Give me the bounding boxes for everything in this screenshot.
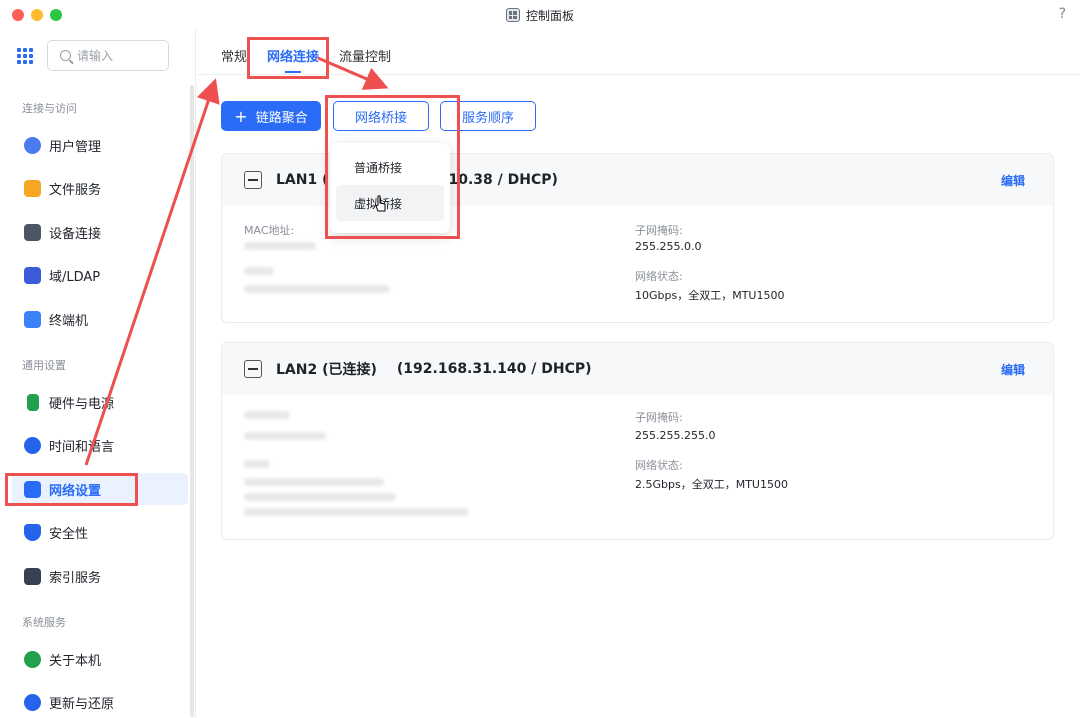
lan1-edit-link[interactable]: 编辑 [1001, 172, 1025, 189]
maximize-button[interactable] [50, 9, 62, 21]
sidebar-item-time-language[interactable]: 时间和语言 [12, 429, 188, 461]
sidebar-item-update[interactable]: 更新与还原 [12, 686, 188, 718]
control-panel-icon [505, 8, 520, 22]
info-icon [24, 650, 41, 668]
sidebar-item-files[interactable]: 文件服务 [12, 172, 188, 204]
sidebar-item-devices[interactable]: 设备连接 [12, 216, 188, 248]
lan1-name: LAN1 ( [276, 172, 329, 188]
sidebar-item-ldap[interactable]: 域/LDAP [12, 259, 188, 291]
control-panel-window: 控制面板 ? 连接与访问 用户管理 文件服务 设备连接 域/LDAP [0, 0, 1080, 717]
blurred-value [244, 478, 384, 486]
title-bar: 控制面板 ? [0, 0, 1080, 30]
blurred-label [244, 460, 270, 468]
lan2-address: (192.168.31.140 / DHCP) [396, 361, 592, 377]
collapse-icon[interactable] [244, 171, 262, 189]
tab-divider [197, 74, 1080, 75]
window-controls [12, 9, 62, 21]
sidebar-item-label: 网络设置 [49, 483, 102, 499]
sidebar-item-index[interactable]: 索引服务 [12, 560, 188, 592]
folder-icon [24, 179, 41, 197]
window-title: 控制面板 [525, 8, 574, 23]
lan2-name: LAN2 (已连接) [276, 362, 377, 378]
sidebar-item-label: 硬件与电源 [49, 396, 115, 412]
sidebar: 连接与访问 用户管理 文件服务 设备连接 域/LDAP 终端机 通用设置 硬件与… [0, 30, 196, 717]
network-icon [24, 480, 41, 498]
device-icon [24, 223, 41, 241]
sidebar-item-about[interactable]: 关于本机 [12, 643, 188, 675]
collapse-icon[interactable] [244, 360, 262, 378]
menu-item-normal-bridge[interactable]: 普通桥接 [336, 149, 444, 185]
subnet-label: 子网掩码: [635, 224, 683, 237]
help-button[interactable]: ? [1059, 6, 1066, 22]
blurred-value [244, 242, 316, 250]
subnet-label: 子网掩码: [635, 411, 683, 424]
tab-general[interactable]: 常规 [221, 46, 247, 73]
sidebar-item-label: 域/LDAP [49, 269, 101, 285]
status-label: 网络状态: [635, 270, 683, 283]
status-label: 网络状态: [635, 459, 683, 472]
blurred-value [244, 432, 326, 440]
sidebar-item-security[interactable]: 安全性 [12, 516, 188, 548]
sidebar-item-label: 终端机 [49, 313, 89, 329]
sidebar-item-terminal[interactable]: 终端机 [12, 303, 188, 335]
blurred-value [244, 493, 396, 501]
sidebar-item-label: 安全性 [49, 526, 89, 542]
sidebar-item-label: 用户管理 [49, 139, 102, 155]
link-aggregation-button[interactable]: + 链路聚合 [221, 101, 321, 131]
sidebar-item-users[interactable]: 用户管理 [12, 129, 188, 161]
section-title-system: 系统服务 [22, 616, 66, 629]
lan2-header: LAN2 (已连接) (192.168.31.140 / DHCP) 编辑 [222, 343, 1053, 395]
index-icon [24, 567, 41, 585]
section-title-connect: 连接与访问 [22, 102, 77, 115]
globe-icon [24, 436, 41, 454]
mac-label: MAC地址: [244, 224, 295, 237]
sidebar-item-label: 索引服务 [49, 570, 102, 586]
tab-bar: 常规 网络连接 流量控制 [221, 46, 391, 73]
lan2-card: LAN2 (已连接) (192.168.31.140 / DHCP) 编辑 子网… [221, 342, 1054, 540]
search-icon [60, 50, 71, 61]
lan2-edit-link[interactable]: 编辑 [1001, 361, 1025, 378]
search-input[interactable] [77, 48, 157, 63]
bridge-dropdown-menu: 普通桥接 虚拟桥接 [330, 143, 450, 233]
battery-icon [27, 393, 39, 411]
domain-icon [24, 266, 41, 284]
lan1-address: 10.38 / DHCP) [448, 172, 558, 188]
terminal-icon [24, 310, 41, 328]
blurred-value [244, 285, 390, 293]
sidebar-item-label: 关于本机 [49, 653, 102, 669]
sidebar-item-label: 时间和语言 [49, 439, 115, 455]
minimize-button[interactable] [31, 9, 43, 21]
blurred-label [244, 267, 274, 275]
link-aggregation-label: 链路聚合 [255, 110, 308, 126]
user-icon [24, 136, 41, 154]
shield-icon [24, 523, 41, 541]
close-button[interactable] [12, 9, 24, 21]
hand-cursor-icon [375, 195, 386, 212]
menu-item-virtual-bridge[interactable]: 虚拟桥接 [336, 185, 444, 221]
search-box[interactable] [47, 40, 169, 71]
sidebar-item-network[interactable]: 网络设置 [12, 473, 188, 505]
window-title-wrap: 控制面板 [505, 7, 574, 24]
blurred-value [244, 508, 468, 516]
sidebar-item-label: 文件服务 [49, 182, 102, 198]
tab-traffic-control[interactable]: 流量控制 [339, 46, 391, 73]
apps-grid-icon[interactable] [17, 48, 33, 64]
sidebar-item-label: 设备连接 [49, 226, 102, 242]
section-title-general: 通用设置 [22, 359, 66, 372]
plus-icon: + [234, 106, 248, 126]
main-content: 常规 网络连接 流量控制 + 链路聚合 网络桥接 服务顺序 LAN1 ( 10.… [197, 30, 1080, 717]
sidebar-scrollbar[interactable] [190, 85, 194, 717]
sidebar-item-label: 更新与还原 [49, 696, 115, 712]
network-bridge-button[interactable]: 网络桥接 [333, 101, 429, 131]
subnet-value: 255.255.255.0 [635, 429, 716, 442]
tab-network-connection[interactable]: 网络连接 [267, 46, 319, 73]
blurred-label [244, 411, 290, 419]
status-value: 2.5Gbps，全双工，MTU1500 [635, 478, 788, 491]
status-value: 10Gbps，全双工，MTU1500 [635, 289, 785, 302]
service-order-button[interactable]: 服务顺序 [440, 101, 536, 131]
sidebar-item-hardware[interactable]: 硬件与电源 [12, 386, 188, 418]
refresh-icon [24, 693, 41, 711]
subnet-value: 255.255.0.0 [635, 240, 702, 253]
